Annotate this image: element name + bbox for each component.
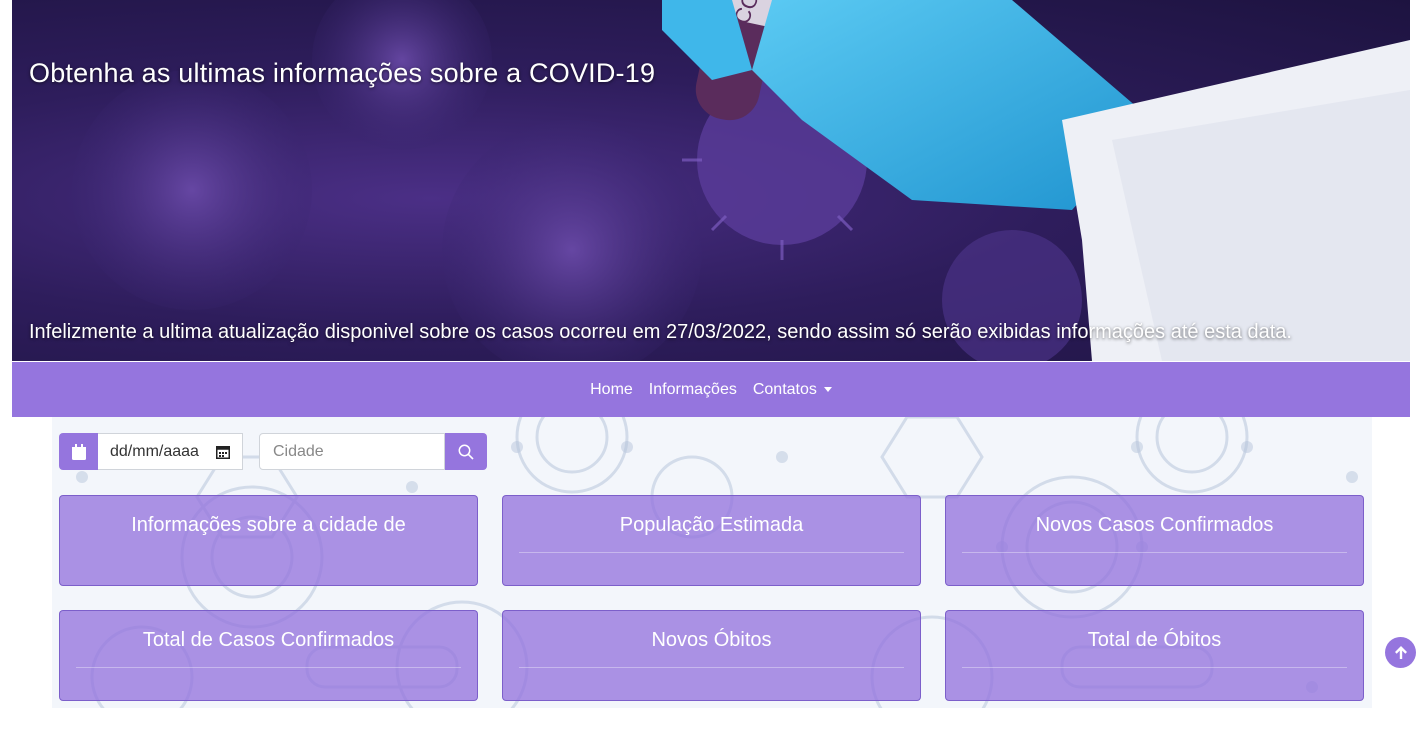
- card-divider: [519, 667, 904, 668]
- card-divider: [519, 552, 904, 553]
- calendar-icon: [59, 433, 98, 470]
- back-to-top-button[interactable]: [1385, 637, 1416, 668]
- main-navbar: Home Informações Contatos: [12, 362, 1410, 417]
- card-novos-obitos: Novos Óbitos: [502, 610, 921, 701]
- card-cidade-info: Informações sobre a cidade de: [59, 495, 478, 586]
- search-button[interactable]: [445, 433, 487, 470]
- date-input[interactable]: dd/mm/aaaa: [98, 433, 243, 470]
- nav-contatos-dropdown[interactable]: Contatos: [753, 381, 832, 399]
- caret-down-icon: [823, 386, 832, 392]
- card-title: Total de Óbitos: [1087, 629, 1222, 651]
- card-title: Total de Casos Confirmados: [142, 629, 395, 651]
- search-icon: [458, 444, 474, 460]
- card-populacao-estimada: População Estimada: [502, 495, 921, 586]
- card-title: População Estimada: [619, 514, 804, 536]
- data-update-notice: Infelizmente a ultima atualização dispon…: [29, 321, 1292, 343]
- date-picker-icon[interactable]: [216, 445, 230, 459]
- city-input[interactable]: [259, 433, 445, 470]
- date-placeholder: dd/mm/aaaa: [110, 442, 199, 460]
- card-divider: [962, 667, 1347, 668]
- arrow-up-icon: [1394, 646, 1407, 659]
- dashboard-content: dd/mm/aaaa Informações sobre a cidade de…: [52, 417, 1372, 708]
- card-novos-casos: Novos Casos Confirmados: [945, 495, 1364, 586]
- hero-background-image: COVI: [72, 0, 1410, 361]
- nav-contatos-label: Contatos: [752, 380, 817, 398]
- card-divider: [962, 552, 1347, 553]
- hero-title: Obtenha as ultimas informações sobre a C…: [29, 58, 656, 88]
- card-title: Informações sobre a cidade de: [131, 514, 406, 536]
- nav-informacoes[interactable]: Informações: [649, 381, 737, 399]
- search-form: dd/mm/aaaa: [59, 433, 487, 470]
- card-divider: [76, 667, 461, 668]
- card-title: Novos Casos Confirmados: [1035, 514, 1274, 536]
- card-total-obitos: Total de Óbitos: [945, 610, 1364, 701]
- card-total-casos: Total de Casos Confirmados: [59, 610, 478, 701]
- card-title: Novos Óbitos: [651, 629, 772, 651]
- hero-banner: COVI Obtenha as ultimas informações sobr…: [12, 0, 1410, 361]
- nav-home[interactable]: Home: [590, 381, 633, 399]
